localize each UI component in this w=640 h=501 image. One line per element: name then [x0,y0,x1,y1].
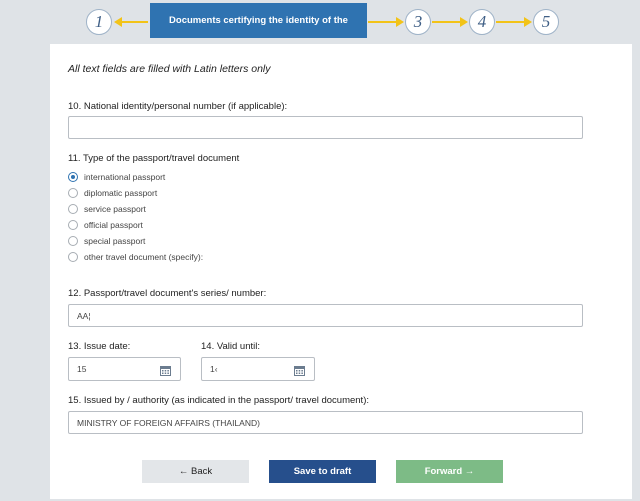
radio-button[interactable] [68,188,78,198]
radio-button-checked[interactable] [68,172,78,182]
national-id-label: 10. National identity/personal number (i… [68,101,288,112]
radio-option-label: other travel document (specify): [84,252,204,262]
step-1[interactable]: 1 [86,9,112,35]
radio-option-other[interactable]: other travel document (specify): [68,251,203,263]
issued-by-label: 15. Issued by / authority (as indicated … [68,395,369,406]
radio-option-label: diplomatic passport [84,188,158,198]
back-button[interactable]: ← Back [142,460,249,483]
radio-button[interactable] [68,252,78,262]
valid-until-picker[interactable] [201,357,315,381]
passport-type-label: 11. Type of the passport/travel document [68,153,240,164]
national-id-input[interactable] [68,116,583,139]
radio-option-diplomatic[interactable]: diplomatic passport [68,187,157,199]
issue-date-label: 13. Issue date: [68,341,131,352]
save-to-draft-button[interactable]: Save to draft [269,460,376,483]
step-3[interactable]: 3 [405,9,431,35]
latin-letters-note: All text fields are filled with Latin le… [68,63,271,75]
radio-option-label: international passport [84,172,166,182]
radio-option-label: special passport [84,236,146,246]
radio-option-special[interactable]: special passport [68,235,145,247]
radio-option-service[interactable]: service passport [68,203,146,215]
series-number-input[interactable] [68,304,583,327]
calendar-icon[interactable] [160,363,171,381]
valid-until-label: 14. Valid until: [201,341,260,352]
radio-option-official[interactable]: official passport [68,219,143,231]
radio-button[interactable] [68,204,78,214]
arrow-left-icon [114,17,148,27]
issued-by-input[interactable] [68,411,583,434]
forward-button[interactable]: Forward → [396,460,503,483]
radio-button[interactable] [68,236,78,246]
series-number-label: 12. Passport/travel document's series/ n… [68,288,267,299]
radio-option-label: official passport [84,220,143,230]
progress-stepper: 1 Documents certifying the identity of t… [0,0,640,61]
radio-button[interactable] [68,220,78,230]
step-5[interactable]: 5 [533,9,559,35]
radio-option-label: service passport [84,204,146,214]
radio-option-international[interactable]: international passport [68,171,165,183]
calendar-icon[interactable] [294,363,305,381]
arrow-right-icon [432,17,468,27]
arrow-right-icon [368,17,404,27]
step-2-current[interactable]: Documents certifying the identity of the… [150,3,367,61]
arrow-right-icon [496,17,532,27]
issue-date-picker[interactable] [68,357,181,381]
step-4[interactable]: 4 [469,9,495,35]
